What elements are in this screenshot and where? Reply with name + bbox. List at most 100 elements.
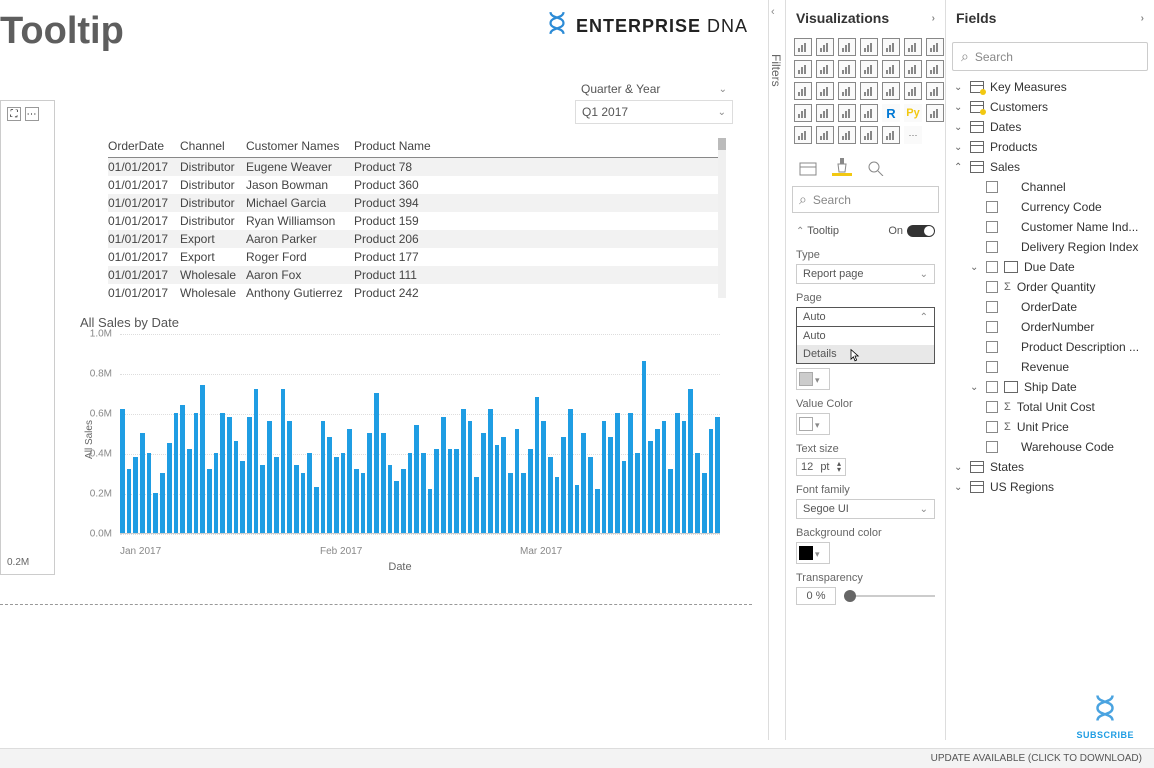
chart-bar[interactable]	[622, 461, 627, 533]
chart-bar[interactable]	[454, 449, 459, 533]
field-checkbox[interactable]	[986, 341, 998, 353]
stacked-col-visual-icon[interactable]	[838, 38, 856, 56]
treemap-visual-icon[interactable]	[794, 82, 812, 100]
dropdown-option-details[interactable]: Details	[797, 345, 934, 363]
donut-visual-icon[interactable]	[926, 60, 944, 78]
chart-bar[interactable]	[675, 413, 680, 533]
chart-bar[interactable]	[401, 469, 406, 533]
font-family-dropdown[interactable]: Segoe UI⌄	[796, 499, 935, 519]
table-row[interactable]: 01/01/2017DistributorEugene WeaverProduc…	[108, 158, 723, 176]
chart-bar[interactable]	[688, 389, 693, 533]
table-row[interactable]: 01/01/2017WholesaleAaron FoxProduct 111	[108, 266, 723, 284]
table-us-regions[interactable]: ⌄US Regions	[952, 477, 1148, 497]
chevron-right-icon[interactable]: ›	[1141, 13, 1144, 24]
chart-bar[interactable]	[200, 385, 205, 533]
map-visual-icon[interactable]	[816, 82, 834, 100]
chart-bar[interactable]	[488, 409, 493, 533]
transparency-slider[interactable]	[844, 595, 935, 597]
field-revenue[interactable]: ⌄Revenue	[952, 357, 1148, 377]
chart-bar[interactable]	[588, 457, 593, 533]
chart-bar[interactable]	[474, 477, 479, 533]
table-row[interactable]: 01/01/2017DistributorRyan WilliamsonProd…	[108, 212, 723, 230]
tooltip-section-header[interactable]: ⌃ Tooltip On	[796, 221, 935, 241]
analytics-tab-icon[interactable]	[866, 156, 886, 176]
chart-bar[interactable]	[234, 441, 239, 533]
value-color-picker[interactable]	[796, 413, 830, 435]
quarter-year-slicer[interactable]: Quarter & Year⌄ Q1 2017⌄	[575, 78, 733, 124]
chart-bar[interactable]	[448, 449, 453, 533]
field-order-quantity[interactable]: ⌄ΣOrder Quantity	[952, 277, 1148, 297]
field-product-description-[interactable]: ⌄Product Description ...	[952, 337, 1148, 357]
chart-bar[interactable]	[240, 461, 245, 533]
table-row[interactable]: 01/01/2017DistributorJason BowmanProduct…	[108, 176, 723, 194]
field-warehouse-code[interactable]: ⌄Warehouse Code	[952, 437, 1148, 457]
chart-bar[interactable]	[341, 453, 346, 533]
table-states[interactable]: ⌄States	[952, 457, 1148, 477]
table-row[interactable]: 01/01/2017DistributorMichael GarciaProdu…	[108, 194, 723, 212]
chart-bar[interactable]	[414, 425, 419, 533]
chart-bar[interactable]	[307, 453, 312, 533]
field-customer-name-ind-[interactable]: ⌄Customer Name Ind...	[952, 217, 1148, 237]
chart-bar[interactable]	[274, 457, 279, 533]
chart-bar[interactable]	[294, 465, 299, 533]
chart-bar[interactable]	[428, 489, 433, 533]
py-visual-icon[interactable]: Py	[904, 104, 922, 122]
chart-bar[interactable]	[421, 453, 426, 533]
chart-bar[interactable]	[521, 473, 526, 533]
chart-bar[interactable]	[648, 441, 653, 533]
chart-bar[interactable]	[709, 429, 714, 533]
chart-bar[interactable]	[381, 433, 386, 533]
chart-bar[interactable]	[702, 473, 707, 533]
chart-bar[interactable]	[408, 453, 413, 533]
pie-visual-icon[interactable]	[904, 60, 922, 78]
chart-bar[interactable]	[167, 443, 172, 533]
chart-bar[interactable]	[180, 405, 185, 533]
field-checkbox[interactable]	[986, 321, 998, 333]
clustered-bar-visual-icon[interactable]	[816, 38, 834, 56]
page-dropdown[interactable]: Auto⌃	[796, 307, 935, 327]
table-scrollbar[interactable]	[718, 138, 726, 298]
bg-color-picker[interactable]	[796, 542, 830, 564]
table-row[interactable]: 01/01/2017ExportRoger FordProduct 177	[108, 248, 723, 266]
paginated-visual-icon[interactable]	[838, 126, 856, 144]
key-influencers-visual-icon[interactable]	[926, 104, 944, 122]
chart-bar[interactable]	[214, 453, 219, 533]
chart-bar[interactable]	[682, 421, 687, 533]
multi-card-visual-icon[interactable]	[926, 82, 944, 100]
chart-bar[interactable]	[662, 421, 667, 533]
chart-bar[interactable]	[301, 473, 306, 533]
field-channel[interactable]: ⌄Channel	[952, 177, 1148, 197]
chart-bar[interactable]	[568, 409, 573, 533]
funnel-visual-icon[interactable]	[860, 82, 878, 100]
format-search-input[interactable]: Search	[792, 186, 939, 213]
chart-bar[interactable]	[347, 429, 352, 533]
chart-bar[interactable]	[260, 465, 265, 533]
field-total-unit-cost[interactable]: ⌄ΣTotal Unit Cost	[952, 397, 1148, 417]
gauge-visual-icon[interactable]	[882, 82, 900, 100]
col-header-customer[interactable]: Customer Names	[246, 139, 354, 153]
stacked-bar-visual-icon[interactable]	[794, 38, 812, 56]
chart-bar[interactable]	[575, 485, 580, 533]
chart-bar[interactable]	[635, 453, 640, 533]
chart-bar[interactable]	[281, 389, 286, 533]
chart-bar[interactable]	[515, 429, 520, 533]
chart-bar[interactable]	[561, 437, 566, 533]
chart-bar[interactable]	[595, 489, 600, 533]
table-key-measures[interactable]: ⌄Key Measures	[952, 77, 1148, 97]
table-dates[interactable]: ⌄Dates	[952, 117, 1148, 137]
field-checkbox[interactable]	[986, 441, 998, 453]
transparency-value[interactable]: 0 %	[796, 587, 836, 605]
type-dropdown[interactable]: Report page⌄	[796, 264, 935, 284]
chart-bar[interactable]	[140, 433, 145, 533]
table-customers[interactable]: ⌄Customers	[952, 97, 1148, 117]
table-row[interactable]: 01/01/2017WholesaleAnthony GutierrezProd…	[108, 284, 723, 302]
chart-bar[interactable]	[314, 487, 319, 533]
dropdown-option-auto[interactable]: Auto	[797, 327, 934, 345]
decomp-visual-icon[interactable]	[794, 126, 812, 144]
waterfall-visual-icon[interactable]	[860, 60, 878, 78]
chart-bar[interactable]	[581, 433, 586, 533]
format-tab-icon[interactable]	[832, 156, 852, 176]
status-bar[interactable]: UPDATE AVAILABLE (CLICK TO DOWNLOAD)	[0, 748, 1154, 768]
matrix-visual-icon[interactable]	[860, 104, 878, 122]
chart-bar[interactable]	[147, 453, 152, 533]
